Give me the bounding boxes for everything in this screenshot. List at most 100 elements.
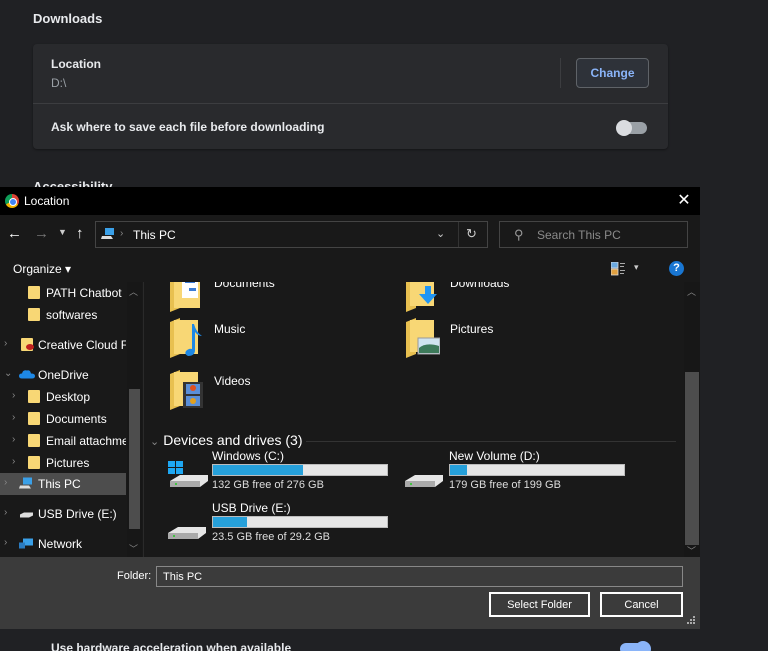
chevron-down-icon[interactable]: ⌄ — [4, 368, 12, 379]
downloads-folder-icon — [406, 282, 437, 312]
folder-item-documents[interactable]: Documents — [170, 282, 390, 320]
scroll-down-icon[interactable]: ﹀ — [129, 542, 138, 555]
scroll-down-icon[interactable]: ﹀ — [687, 544, 696, 557]
scrollbar-thumb[interactable] — [129, 389, 140, 529]
ask-where-label: Ask where to save each file before downl… — [51, 120, 325, 134]
sidebar-item-label: Documents — [46, 412, 107, 426]
dialog-titlebar[interactable]: Location ✕ — [0, 187, 700, 215]
sidebar-item-usb-drive[interactable]: › USB Drive (E:) — [0, 503, 126, 525]
change-view-icon[interactable] — [611, 262, 625, 276]
scrollbar-thumb[interactable] — [685, 372, 699, 545]
search-placeholder: Search This PC — [537, 228, 621, 242]
address-dropdown-icon[interactable]: ⌄ — [436, 227, 445, 240]
search-box[interactable]: ⚲ Search This PC — [499, 221, 688, 248]
sidebar-item-label: OneDrive — [38, 368, 89, 382]
sidebar-item-label: Creative Cloud Fil — [38, 338, 126, 352]
downloads-heading: Downloads — [33, 11, 103, 26]
organize-menu-button[interactable]: Organize ▾ — [13, 262, 71, 276]
music-folder-icon — [170, 318, 202, 358]
address-bar[interactable]: › This PC ⌄ ↻ — [95, 221, 488, 248]
toggle-knob — [635, 641, 651, 651]
content-scrollbar[interactable]: ︿ ﹀ — [684, 282, 700, 557]
sidebar-item-path-chatbot[interactable]: PATH Chatbot — [0, 282, 126, 304]
folder-item-downloads[interactable]: Downloads — [406, 282, 626, 320]
forward-arrow-icon[interactable]: → — [34, 225, 49, 242]
recent-locations-chevron-icon[interactable]: ▼ — [58, 227, 67, 237]
sidebar-item-email-attachments[interactable]: › Email attachmer — [0, 430, 126, 452]
folder-input[interactable] — [156, 566, 683, 587]
refresh-icon[interactable]: ↻ — [466, 226, 477, 242]
close-button[interactable]: ✕ — [672, 190, 696, 212]
scroll-up-icon[interactable]: ︿ — [129, 285, 138, 298]
dialog-footer: Folder: Select Folder Cancel — [0, 557, 700, 629]
drive-usage-bar — [449, 464, 625, 476]
documents-folder-icon — [170, 282, 200, 312]
chevron-right-icon[interactable]: › — [12, 456, 15, 467]
usb-drive-icon — [168, 527, 206, 539]
devices-and-drives-header[interactable]: ⌄ Devices and drives (3) — [150, 432, 303, 448]
group-header-label: Devices and drives (3) — [163, 432, 303, 448]
breadcrumb-separator-icon: › — [120, 228, 124, 239]
drive-item-usb-e[interactable]: USB Drive (E:) 23.5 GB free of 29.2 GB — [168, 501, 408, 549]
drive-name: Windows (C:) — [212, 449, 285, 463]
breadcrumb-this-pc[interactable]: This PC — [133, 228, 176, 242]
chevron-right-icon[interactable]: › — [12, 434, 15, 445]
sidebar-scrollbar[interactable]: ︿ ﹀ — [127, 282, 142, 557]
select-folder-button[interactable]: Select Folder — [489, 592, 590, 617]
search-icon: ⚲ — [514, 227, 524, 242]
resize-grip-icon[interactable] — [686, 615, 696, 625]
drive-free-space: 23.5 GB free of 29.2 GB — [212, 531, 331, 543]
change-location-button[interactable]: Change — [576, 58, 649, 88]
sidebar-item-label: PATH Chatbot — [46, 286, 122, 300]
folder-label: Music — [214, 322, 246, 336]
hard-drive-icon — [405, 475, 443, 487]
hardware-acceleration-toggle[interactable] — [620, 641, 651, 651]
folder-item-pictures[interactable]: Pictures — [406, 318, 626, 366]
folder-item-music[interactable]: Music — [170, 318, 390, 366]
drive-item-windows-c[interactable]: Windows (C:) 132 GB free of 276 GB — [168, 449, 408, 497]
drive-free-space: 179 GB free of 199 GB — [449, 479, 561, 491]
drive-usage-fill — [213, 465, 304, 475]
help-icon[interactable]: ? — [669, 261, 684, 276]
chevron-right-icon[interactable]: › — [4, 507, 7, 518]
folder-item-videos[interactable]: Videos — [170, 370, 390, 418]
folder-icon — [28, 412, 40, 425]
sidebar-item-network[interactable]: › Network — [0, 533, 126, 555]
chevron-right-icon[interactable]: › — [4, 477, 7, 488]
back-arrow-icon[interactable]: ← — [7, 225, 22, 242]
folder-field-label: Folder: — [117, 570, 152, 582]
location-label: Location — [51, 57, 101, 71]
chevron-right-icon[interactable]: › — [4, 537, 7, 548]
videos-folder-icon — [170, 370, 203, 410]
sidebar-item-desktop[interactable]: › Desktop — [0, 386, 126, 408]
sidebar-item-creative-cloud[interactable]: › Creative Cloud Fil — [0, 334, 126, 356]
group-divider — [306, 441, 676, 442]
sidebar-item-this-pc[interactable]: › This PC — [0, 473, 126, 495]
sidebar-item-softwares[interactable]: softwares — [0, 304, 126, 326]
creative-cloud-folder-icon — [21, 338, 34, 351]
chevron-down-icon[interactable]: ⌄ — [150, 436, 159, 448]
scroll-up-icon[interactable]: ︿ — [687, 285, 696, 298]
sidebar-item-documents[interactable]: › Documents — [0, 408, 126, 430]
folder-icon — [28, 456, 40, 469]
drive-usage-fill — [213, 517, 247, 527]
view-dropdown-icon[interactable]: ▾ — [634, 262, 639, 273]
chevron-right-icon[interactable]: › — [4, 338, 7, 349]
navigation-bar: ← → ▼ ↑ › This PC ⌄ ↻ ⚲ Search This PC — [0, 215, 700, 255]
pictures-folder-icon — [406, 318, 440, 358]
chevron-right-icon[interactable]: › — [12, 412, 15, 423]
sidebar-item-pictures[interactable]: › Pictures — [0, 452, 126, 474]
folder-icon — [28, 286, 40, 299]
cancel-button[interactable]: Cancel — [600, 592, 683, 617]
ask-where-toggle[interactable] — [616, 120, 647, 136]
sidebar-item-onedrive[interactable]: ⌄ OneDrive — [0, 364, 126, 386]
ask-where-row: Ask where to save each file before downl… — [33, 105, 668, 149]
up-arrow-icon[interactable]: ↑ — [76, 225, 84, 242]
drive-item-new-volume-d[interactable]: New Volume (D:) 179 GB free of 199 GB — [405, 449, 645, 497]
divider — [458, 222, 459, 247]
chrome-icon — [5, 194, 19, 208]
drive-usage-bar — [212, 516, 388, 528]
close-icon: ✕ — [677, 192, 691, 209]
sidebar-item-label: Pictures — [46, 456, 90, 470]
chevron-right-icon[interactable]: › — [12, 390, 15, 401]
